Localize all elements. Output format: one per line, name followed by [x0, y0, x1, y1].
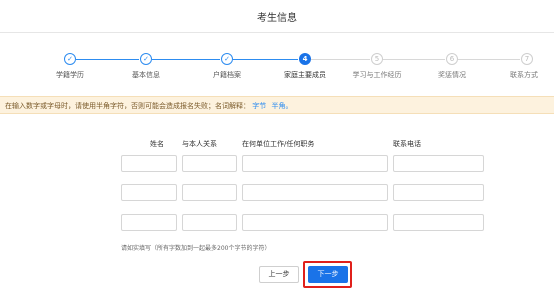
column-header-phone: 联系电话 [393, 140, 421, 148]
step-1-check-icon: ✓ [64, 53, 76, 65]
member-1-relation-input[interactable] [182, 155, 237, 172]
member-3-employer-input[interactable] [242, 214, 388, 231]
step-4-number: 4 [299, 53, 311, 65]
progress-stepper: ✓ ✓ ✓ 4 5 6 7 学籍学历 基本信息 户籍档案 家庭主要成员 学习与工… [0, 50, 554, 86]
member-1-name-input[interactable] [121, 155, 177, 172]
step-2-label: 基本信息 [132, 71, 160, 79]
step-4-label: 家庭主要成员 [284, 71, 326, 79]
step-connector [76, 59, 139, 60]
step-3-check-icon: ✓ [221, 53, 233, 65]
input-notice-banner: 在输入数字或字母时，请使用半角字符，否则可能会造成报名失败；名词解释： 字节 半… [0, 96, 554, 114]
step-connector [311, 59, 370, 60]
step-6-number: 6 [446, 53, 458, 65]
member-3-phone-input[interactable] [393, 214, 484, 231]
step-2-check-icon: ✓ [140, 53, 152, 65]
member-2-employer-input[interactable] [242, 184, 388, 201]
step-7-label: 联系方式 [510, 71, 538, 79]
half-width-definition-link[interactable]: 半角。 [271, 102, 292, 110]
step-3-label: 户籍档案 [213, 71, 241, 79]
column-header-employer-position: 在何单位工作/任何职务 [242, 140, 315, 148]
form-note: 请如实填写（所有字数加到一起最多200个字节的字符） [121, 245, 271, 252]
page-title: 考生信息 [257, 13, 297, 24]
byte-definition-link[interactable]: 字节 [252, 102, 266, 110]
step-1-label: 学籍学历 [56, 71, 84, 79]
member-2-relation-input[interactable] [182, 184, 237, 201]
member-3-relation-input[interactable] [182, 214, 237, 231]
step-connector [233, 59, 298, 60]
step-5-number: 5 [371, 53, 383, 65]
previous-step-button[interactable]: 上一步 [259, 266, 299, 283]
column-header-relation: 与本人关系 [182, 140, 217, 148]
step-connector [152, 59, 220, 60]
member-1-phone-input[interactable] [393, 155, 484, 172]
member-1-employer-input[interactable] [242, 155, 388, 172]
column-header-name: 姓名 [150, 140, 164, 148]
page-header: 考生信息 [0, 0, 554, 33]
step-6-label: 奖惩情况 [438, 71, 466, 79]
notice-text: 在输入数字或字母时，请使用半角字符，否则可能会造成报名失败；名词解释： [5, 102, 250, 110]
member-2-phone-input[interactable] [393, 184, 484, 201]
next-step-button[interactable]: 下一步 [308, 266, 348, 283]
step-5-label: 学习与工作经历 [352, 71, 402, 79]
step-connector [383, 59, 445, 60]
step-connector [458, 59, 520, 60]
step-7-number: 7 [521, 53, 533, 65]
member-2-name-input[interactable] [121, 184, 177, 201]
member-3-name-input[interactable] [121, 214, 177, 231]
